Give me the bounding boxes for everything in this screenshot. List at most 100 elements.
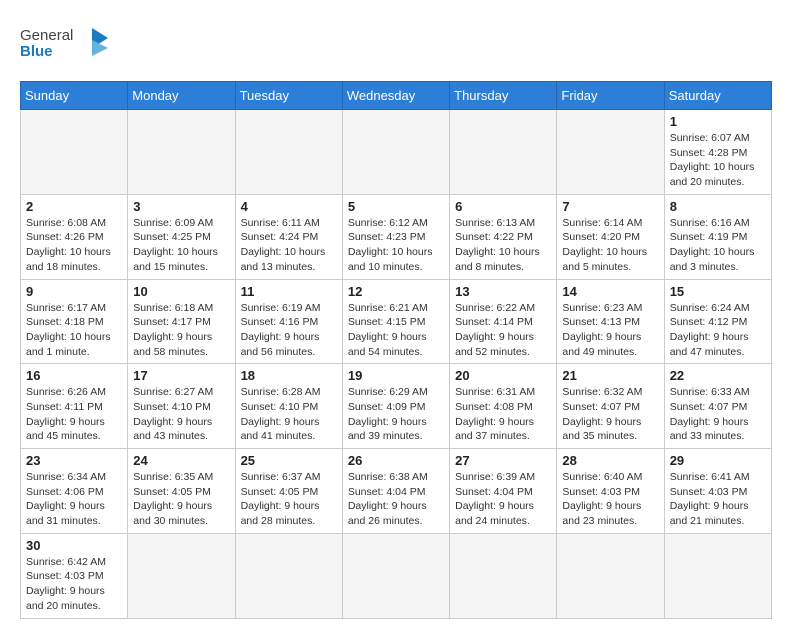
day-info: Sunrise: 6:19 AM Sunset: 4:16 PM Dayligh… [241,301,337,360]
calendar-day-cell: 6Sunrise: 6:13 AM Sunset: 4:22 PM Daylig… [450,194,557,279]
weekday-header: Tuesday [235,82,342,110]
page: General Blue SundayMondayTuesdayWednesda… [0,0,792,629]
calendar-day-cell: 12 Sunrise: 6:21 AM Sunset: 4:15 PM Dayli… [342,279,449,364]
weekday-header: Friday [557,82,664,110]
day-number: 12 [348,284,444,299]
calendar-day-cell [235,533,342,618]
calendar-table: SundayMondayTuesdayWednesdayThursdayFrid… [20,81,772,619]
day-info: Sunrise: 6:22 AM Sunset: 4:14 PM Dayligh… [455,301,551,360]
day-info: Sunrise: 6:34 AM Sunset: 4:06 PM Dayligh… [26,470,122,529]
day-number: 16 [26,368,122,383]
weekday-header: Monday [128,82,235,110]
calendar-day-cell: 20 Sunrise: 6:31 AM Sunset: 4:08 PM Dayli… [450,364,557,449]
calendar-day-cell [235,110,342,195]
day-info: Sunrise: 6:14 AM Sunset: 4:20 PM Dayligh… [562,216,658,275]
calendar-day-cell: 14 Sunrise: 6:23 AM Sunset: 4:13 PM Dayli… [557,279,664,364]
day-number: 26 [348,453,444,468]
day-number: 14 [562,284,658,299]
calendar-day-cell: 25 Sunrise: 6:37 AM Sunset: 4:05 PM Dayli… [235,449,342,534]
calendar-day-cell: 22 Sunrise: 6:33 AM Sunset: 4:07 PM Dayli… [664,364,771,449]
logo-area: General Blue [20,20,110,69]
day-number: 9 [26,284,122,299]
day-number: 2 [26,199,122,214]
day-info: Sunrise: 6:33 AM Sunset: 4:07 PM Dayligh… [670,385,766,444]
day-number: 15 [670,284,766,299]
day-info: Sunrise: 6:39 AM Sunset: 4:04 PM Dayligh… [455,470,551,529]
day-info: Sunrise: 6:23 AM Sunset: 4:13 PM Dayligh… [562,301,658,360]
calendar-day-cell: 2 Sunrise: 6:08 AM Sunset: 4:26 PM Daylig… [21,194,128,279]
calendar-day-cell: 29Sunrise: 6:41 AM Sunset: 4:03 PM Dayli… [664,449,771,534]
day-number: 1 [670,114,766,129]
day-number: 17 [133,368,229,383]
day-info: Sunrise: 6:21 AM Sunset: 4:15 PM Dayligh… [348,301,444,360]
day-info: Sunrise: 6:11 AM Sunset: 4:24 PM Dayligh… [241,216,337,275]
calendar-day-cell: 21 Sunrise: 6:32 AM Sunset: 4:07 PM Dayli… [557,364,664,449]
calendar-day-cell: 16 Sunrise: 6:26 AM Sunset: 4:11 PM Dayli… [21,364,128,449]
day-number: 4 [241,199,337,214]
day-number: 7 [562,199,658,214]
day-info: Sunrise: 6:08 AM Sunset: 4:26 PM Dayligh… [26,216,122,275]
calendar-day-cell: 30Sunrise: 6:42 AM Sunset: 4:03 PM Dayli… [21,533,128,618]
calendar-day-cell [450,533,557,618]
calendar-day-cell: 26 Sunrise: 6:38 AM Sunset: 4:04 PM Dayli… [342,449,449,534]
calendar-day-cell: 18Sunrise: 6:28 AM Sunset: 4:10 PM Dayli… [235,364,342,449]
day-number: 11 [241,284,337,299]
calendar-day-cell [557,110,664,195]
calendar-day-cell: 3 Sunrise: 6:09 AM Sunset: 4:25 PM Daylig… [128,194,235,279]
day-info: Sunrise: 6:17 AM Sunset: 4:18 PM Dayligh… [26,301,122,360]
day-info: Sunrise: 6:12 AM Sunset: 4:23 PM Dayligh… [348,216,444,275]
day-info: Sunrise: 6:37 AM Sunset: 4:05 PM Dayligh… [241,470,337,529]
day-number: 27 [455,453,551,468]
day-number: 18 [241,368,337,383]
calendar-week-row: 23Sunrise: 6:34 AM Sunset: 4:06 PM Dayli… [21,449,772,534]
weekday-header: Thursday [450,82,557,110]
day-info: Sunrise: 6:38 AM Sunset: 4:04 PM Dayligh… [348,470,444,529]
calendar-day-cell: 7 Sunrise: 6:14 AM Sunset: 4:20 PM Daylig… [557,194,664,279]
day-info: Sunrise: 6:42 AM Sunset: 4:03 PM Dayligh… [26,555,122,614]
day-number: 22 [670,368,766,383]
calendar-day-cell: 15 Sunrise: 6:24 AM Sunset: 4:12 PM Dayli… [664,279,771,364]
calendar-day-cell: 9 Sunrise: 6:17 AM Sunset: 4:18 PM Daylig… [21,279,128,364]
calendar-day-cell: 10Sunrise: 6:18 AM Sunset: 4:17 PM Dayli… [128,279,235,364]
day-info: Sunrise: 6:29 AM Sunset: 4:09 PM Dayligh… [348,385,444,444]
day-info: Sunrise: 6:26 AM Sunset: 4:11 PM Dayligh… [26,385,122,444]
calendar-day-cell: 28Sunrise: 6:40 AM Sunset: 4:03 PM Dayli… [557,449,664,534]
day-info: Sunrise: 6:07 AM Sunset: 4:28 PM Dayligh… [670,131,766,190]
day-info: Sunrise: 6:32 AM Sunset: 4:07 PM Dayligh… [562,385,658,444]
calendar-day-cell: 11 Sunrise: 6:19 AM Sunset: 4:16 PM Dayli… [235,279,342,364]
day-info: Sunrise: 6:09 AM Sunset: 4:25 PM Dayligh… [133,216,229,275]
weekday-header: Sunday [21,82,128,110]
calendar-day-cell: 4 Sunrise: 6:11 AM Sunset: 4:24 PM Daylig… [235,194,342,279]
calendar-day-cell: 5 Sunrise: 6:12 AM Sunset: 4:23 PM Daylig… [342,194,449,279]
day-number: 3 [133,199,229,214]
day-number: 20 [455,368,551,383]
calendar-day-cell [342,110,449,195]
day-info: Sunrise: 6:27 AM Sunset: 4:10 PM Dayligh… [133,385,229,444]
svg-text:Blue: Blue [20,43,53,60]
day-info: Sunrise: 6:18 AM Sunset: 4:17 PM Dayligh… [133,301,229,360]
calendar-day-cell: 8Sunrise: 6:16 AM Sunset: 4:19 PM Daylig… [664,194,771,279]
calendar-week-row: 9 Sunrise: 6:17 AM Sunset: 4:18 PM Daylig… [21,279,772,364]
logo-svg: General Blue [20,20,110,64]
weekday-header: Wednesday [342,82,449,110]
day-info: Sunrise: 6:13 AM Sunset: 4:22 PM Dayligh… [455,216,551,275]
calendar-header-row: SundayMondayTuesdayWednesdayThursdayFrid… [21,82,772,110]
calendar-day-cell [450,110,557,195]
day-number: 21 [562,368,658,383]
calendar-day-cell: 13 Sunrise: 6:22 AM Sunset: 4:14 PM Dayli… [450,279,557,364]
calendar-day-cell: 17 Sunrise: 6:27 AM Sunset: 4:10 PM Dayli… [128,364,235,449]
calendar-day-cell [557,533,664,618]
calendar-day-cell: 23Sunrise: 6:34 AM Sunset: 4:06 PM Dayli… [21,449,128,534]
day-number: 5 [348,199,444,214]
calendar-day-cell [128,110,235,195]
calendar-day-cell [342,533,449,618]
day-number: 13 [455,284,551,299]
day-info: Sunrise: 6:24 AM Sunset: 4:12 PM Dayligh… [670,301,766,360]
logo: General Blue [20,20,110,69]
day-info: Sunrise: 6:16 AM Sunset: 4:19 PM Dayligh… [670,216,766,275]
svg-text:General: General [20,27,73,44]
day-number: 25 [241,453,337,468]
header: General Blue [20,20,772,69]
calendar-week-row: 16 Sunrise: 6:26 AM Sunset: 4:11 PM Dayli… [21,364,772,449]
day-info: Sunrise: 6:31 AM Sunset: 4:08 PM Dayligh… [455,385,551,444]
